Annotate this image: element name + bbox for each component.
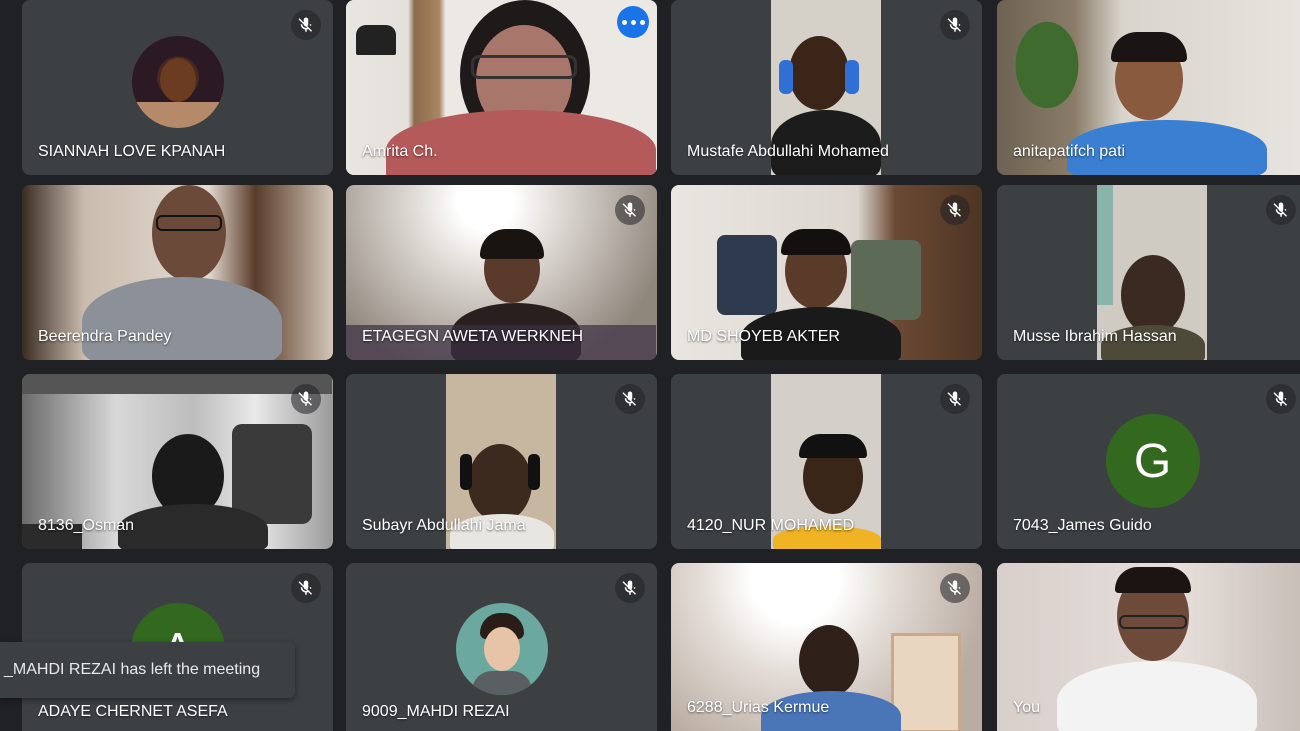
participant-tile[interactable]: Mustafe Abdullahi Mohamed [671,0,982,175]
mic-off-icon [291,384,321,414]
participant-name: You [1013,699,1040,716]
mic-off-icon [940,10,970,40]
participant-name: Amrita Ch. [362,143,438,160]
mic-off-icon [291,573,321,603]
participant-name: ETAGEGN AWETA WERKNEH [362,328,584,345]
mic-off-icon [1266,384,1296,414]
participant-tile[interactable]: 9009_MAHDI REZAI [346,563,657,731]
participant-avatar [455,603,548,695]
mic-off-icon [940,384,970,414]
more-options-icon[interactable] [617,6,649,38]
participant-avatar: G [1105,414,1200,508]
participant-name: Subayr Abdullahi Jama [362,517,526,534]
mic-off-icon [615,195,645,225]
participant-name: Mustafe Abdullahi Mohamed [687,143,889,160]
participant-name: anitapatifch pati [1013,143,1126,160]
participant-tile[interactable]: 4120_NUR MOHAMED [671,374,982,549]
participant-left-toast: _MAHDI REZAI has left the meeting [0,642,295,698]
participant-name: Musse Ibrahim Hassan [1013,328,1177,345]
participant-tile[interactable]: G 7043_James Guido [997,374,1300,549]
mic-off-icon [940,195,970,225]
participant-tile[interactable]: 6288_Urias Kermue [671,563,982,731]
participant-tile[interactable]: Musse Ibrahim Hassan [997,185,1300,360]
participant-tile[interactable]: Amrita Ch. [346,0,657,175]
video-feed [997,563,1300,731]
participant-name: Beerendra Pandey [38,328,172,345]
participant-name: 9009_MAHDI REZAI [362,703,510,720]
participant-name: 8136_Osman [38,517,135,534]
participant-tile[interactable]: MD SHOYEB AKTER [671,185,982,360]
mic-off-icon [1266,195,1296,225]
participant-tile[interactable]: anitapatifch pati [997,0,1300,175]
participant-name: 4120_NUR MOHAMED [687,517,855,534]
participant-name: SIANNAH LOVE KPANAH [38,143,226,160]
participant-tile[interactable]: Subayr Abdullahi Jama [346,374,657,549]
mic-off-icon [291,10,321,40]
mic-off-icon [615,384,645,414]
mic-off-icon [940,573,970,603]
participant-tile[interactable]: ETAGEGN AWETA WERKNEH [346,185,657,360]
participant-tile[interactable]: Beerendra Pandey [22,185,333,360]
participant-avatar [131,36,224,128]
participant-name: 7043_James Guido [1013,517,1152,534]
participant-tile[interactable]: You [997,563,1300,731]
participant-name: ADAYE CHERNET ASEFA [38,703,228,720]
participant-name: MD SHOYEB AKTER [687,328,840,345]
mic-off-icon [615,573,645,603]
toast-text: _MAHDI REZAI has left the meeting [4,661,261,678]
participant-tile[interactable]: SIANNAH LOVE KPANAH [22,0,333,175]
participant-name: 6288_Urias Kermue [687,699,830,716]
participant-tile[interactable]: 8136_Osman [22,374,333,549]
